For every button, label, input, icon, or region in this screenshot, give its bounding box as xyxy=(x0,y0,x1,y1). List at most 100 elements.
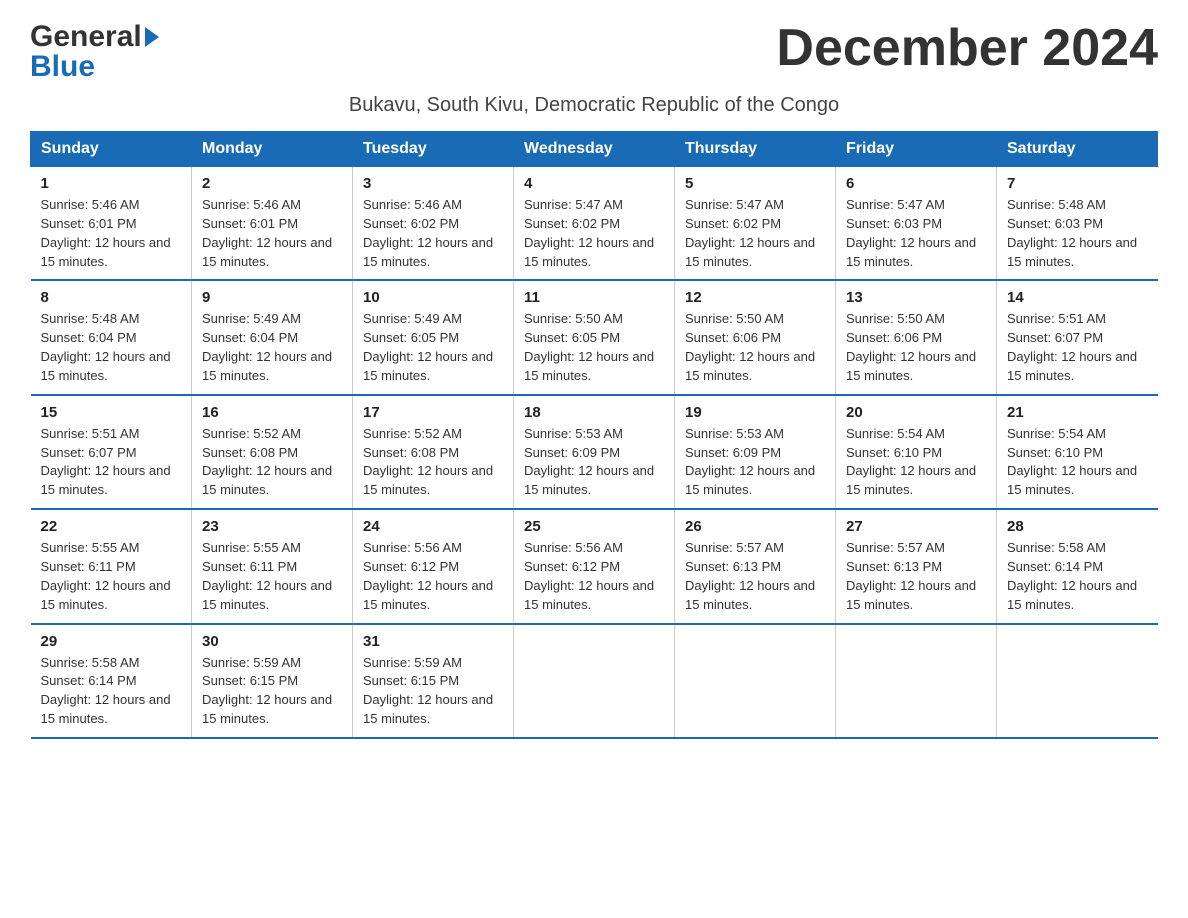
calendar-cell: 3Sunrise: 5:46 AMSunset: 6:02 PMDaylight… xyxy=(353,167,514,281)
day-info: Sunrise: 5:46 AMSunset: 6:01 PMDaylight:… xyxy=(202,196,342,271)
calendar-cell: 17 Sunrise: 5:52 AMSunset: 6:08 PMDayligh… xyxy=(353,395,514,509)
day-number: 20 xyxy=(846,404,986,421)
day-info: Sunrise: 5:46 AMSunset: 6:01 PMDaylight:… xyxy=(41,196,182,271)
calendar-cell xyxy=(836,624,997,738)
calendar-cell: 5 Sunrise: 5:47 AMSunset: 6:02 PMDaylight… xyxy=(675,167,836,281)
calendar-cell: 27 Sunrise: 5:57 AMSunset: 6:13 PMDayligh… xyxy=(836,509,997,623)
day-number: 13 xyxy=(846,289,986,306)
calendar-header-tuesday: Tuesday xyxy=(353,132,514,167)
calendar-header-friday: Friday xyxy=(836,132,997,167)
day-info: Sunrise: 5:51 AMSunset: 6:07 PMDaylight:… xyxy=(1007,310,1148,385)
page-header: General Blue December 2024 xyxy=(30,20,1158,84)
day-info: Sunrise: 5:48 AMSunset: 6:03 PMDaylight:… xyxy=(1007,196,1148,271)
calendar-cell: 30Sunrise: 5:59 AMSunset: 6:15 PMDayligh… xyxy=(192,624,353,738)
day-number: 18 xyxy=(524,404,664,421)
day-number: 6 xyxy=(846,175,986,192)
calendar-cell xyxy=(675,624,836,738)
day-info: Sunrise: 5:52 AMSunset: 6:08 PMDaylight:… xyxy=(202,425,342,500)
day-number: 30 xyxy=(202,633,342,650)
calendar-cell: 8 Sunrise: 5:48 AMSunset: 6:04 PMDaylight… xyxy=(31,280,192,394)
calendar-cell: 24Sunrise: 5:56 AMSunset: 6:12 PMDayligh… xyxy=(353,509,514,623)
day-info: Sunrise: 5:57 AMSunset: 6:13 PMDaylight:… xyxy=(685,539,825,614)
day-info: Sunrise: 5:53 AMSunset: 6:09 PMDaylight:… xyxy=(524,425,664,500)
calendar-cell: 20 Sunrise: 5:54 AMSunset: 6:10 PMDayligh… xyxy=(836,395,997,509)
calendar-cell: 28 Sunrise: 5:58 AMSunset: 6:14 PMDayligh… xyxy=(997,509,1158,623)
calendar-cell: 14 Sunrise: 5:51 AMSunset: 6:07 PMDayligh… xyxy=(997,280,1158,394)
day-info: Sunrise: 5:54 AMSunset: 6:10 PMDaylight:… xyxy=(846,425,986,500)
day-info: Sunrise: 5:56 AMSunset: 6:12 PMDaylight:… xyxy=(524,539,664,614)
day-number: 17 xyxy=(363,404,503,421)
calendar-cell: 11 Sunrise: 5:50 AMSunset: 6:05 PMDayligh… xyxy=(514,280,675,394)
day-info: Sunrise: 5:54 AMSunset: 6:10 PMDaylight:… xyxy=(1007,425,1148,500)
location-title: Bukavu, South Kivu, Democratic Republic … xyxy=(30,94,1158,117)
calendar-header-saturday: Saturday xyxy=(997,132,1158,167)
calendar-cell: 4 Sunrise: 5:47 AMSunset: 6:02 PMDaylight… xyxy=(514,167,675,281)
day-info: Sunrise: 5:50 AMSunset: 6:05 PMDaylight:… xyxy=(524,310,664,385)
day-number: 11 xyxy=(524,289,664,306)
calendar-cell xyxy=(514,624,675,738)
day-info: Sunrise: 5:57 AMSunset: 6:13 PMDaylight:… xyxy=(846,539,986,614)
day-info: Sunrise: 5:55 AMSunset: 6:11 PMDaylight:… xyxy=(41,539,182,614)
calendar-cell: 31Sunrise: 5:59 AMSunset: 6:15 PMDayligh… xyxy=(353,624,514,738)
calendar-cell: 19 Sunrise: 5:53 AMSunset: 6:09 PMDayligh… xyxy=(675,395,836,509)
day-number: 16 xyxy=(202,404,342,421)
calendar-header-thursday: Thursday xyxy=(675,132,836,167)
calendar-cell xyxy=(997,624,1158,738)
day-number: 22 xyxy=(41,518,182,535)
day-number: 4 xyxy=(524,175,664,192)
calendar-cell: 9 Sunrise: 5:49 AMSunset: 6:04 PMDaylight… xyxy=(192,280,353,394)
day-info: Sunrise: 5:47 AMSunset: 6:03 PMDaylight:… xyxy=(846,196,986,271)
calendar-cell: 18 Sunrise: 5:53 AMSunset: 6:09 PMDayligh… xyxy=(514,395,675,509)
day-number: 25 xyxy=(524,518,664,535)
calendar-cell: 12Sunrise: 5:50 AMSunset: 6:06 PMDayligh… xyxy=(675,280,836,394)
calendar-cell: 21 Sunrise: 5:54 AMSunset: 6:10 PMDayligh… xyxy=(997,395,1158,509)
calendar-cell: 16 Sunrise: 5:52 AMSunset: 6:08 PMDayligh… xyxy=(192,395,353,509)
calendar-table: SundayMondayTuesdayWednesdayThursdayFrid… xyxy=(30,131,1158,739)
day-info: Sunrise: 5:55 AMSunset: 6:11 PMDaylight:… xyxy=(202,539,342,614)
month-title: December 2024 xyxy=(776,20,1158,77)
calendar-cell: 7Sunrise: 5:48 AMSunset: 6:03 PMDaylight… xyxy=(997,167,1158,281)
day-number: 26 xyxy=(685,518,825,535)
day-number: 9 xyxy=(202,289,342,306)
calendar-week-row: 8 Sunrise: 5:48 AMSunset: 6:04 PMDaylight… xyxy=(31,280,1158,394)
calendar-header-row: SundayMondayTuesdayWednesdayThursdayFrid… xyxy=(31,132,1158,167)
day-number: 5 xyxy=(685,175,825,192)
calendar-header-wednesday: Wednesday xyxy=(514,132,675,167)
day-number: 28 xyxy=(1007,518,1148,535)
day-info: Sunrise: 5:56 AMSunset: 6:12 PMDaylight:… xyxy=(363,539,503,614)
calendar-week-row: 15Sunrise: 5:51 AMSunset: 6:07 PMDayligh… xyxy=(31,395,1158,509)
calendar-cell: 13 Sunrise: 5:50 AMSunset: 6:06 PMDayligh… xyxy=(836,280,997,394)
calendar-cell: 6 Sunrise: 5:47 AMSunset: 6:03 PMDaylight… xyxy=(836,167,997,281)
day-info: Sunrise: 5:51 AMSunset: 6:07 PMDaylight:… xyxy=(41,425,182,500)
calendar-cell: 2Sunrise: 5:46 AMSunset: 6:01 PMDaylight… xyxy=(192,167,353,281)
day-info: Sunrise: 5:58 AMSunset: 6:14 PMDaylight:… xyxy=(1007,539,1148,614)
calendar-header-monday: Monday xyxy=(192,132,353,167)
day-info: Sunrise: 5:49 AMSunset: 6:04 PMDaylight:… xyxy=(202,310,342,385)
calendar-header-sunday: Sunday xyxy=(31,132,192,167)
day-number: 21 xyxy=(1007,404,1148,421)
day-info: Sunrise: 5:52 AMSunset: 6:08 PMDaylight:… xyxy=(363,425,503,500)
day-info: Sunrise: 5:59 AMSunset: 6:15 PMDaylight:… xyxy=(363,654,503,729)
calendar-week-row: 22 Sunrise: 5:55 AMSunset: 6:11 PMDayligh… xyxy=(31,509,1158,623)
day-number: 10 xyxy=(363,289,503,306)
logo-general-text: General xyxy=(30,20,142,54)
calendar-cell: 22 Sunrise: 5:55 AMSunset: 6:11 PMDayligh… xyxy=(31,509,192,623)
day-info: Sunrise: 5:50 AMSunset: 6:06 PMDaylight:… xyxy=(685,310,825,385)
day-number: 1 xyxy=(41,175,182,192)
calendar-cell: 1 Sunrise: 5:46 AMSunset: 6:01 PMDaylight… xyxy=(31,167,192,281)
day-info: Sunrise: 5:47 AMSunset: 6:02 PMDaylight:… xyxy=(524,196,664,271)
day-info: Sunrise: 5:48 AMSunset: 6:04 PMDaylight:… xyxy=(41,310,182,385)
day-number: 27 xyxy=(846,518,986,535)
calendar-cell: 10Sunrise: 5:49 AMSunset: 6:05 PMDayligh… xyxy=(353,280,514,394)
day-info: Sunrise: 5:50 AMSunset: 6:06 PMDaylight:… xyxy=(846,310,986,385)
day-number: 29 xyxy=(41,633,182,650)
logo-arrow-icon xyxy=(145,27,159,47)
calendar-week-row: 1 Sunrise: 5:46 AMSunset: 6:01 PMDaylight… xyxy=(31,167,1158,281)
day-number: 14 xyxy=(1007,289,1148,306)
calendar-cell: 15Sunrise: 5:51 AMSunset: 6:07 PMDayligh… xyxy=(31,395,192,509)
day-number: 19 xyxy=(685,404,825,421)
day-info: Sunrise: 5:46 AMSunset: 6:02 PMDaylight:… xyxy=(363,196,503,271)
day-info: Sunrise: 5:53 AMSunset: 6:09 PMDaylight:… xyxy=(685,425,825,500)
day-number: 8 xyxy=(41,289,182,306)
day-info: Sunrise: 5:47 AMSunset: 6:02 PMDaylight:… xyxy=(685,196,825,271)
